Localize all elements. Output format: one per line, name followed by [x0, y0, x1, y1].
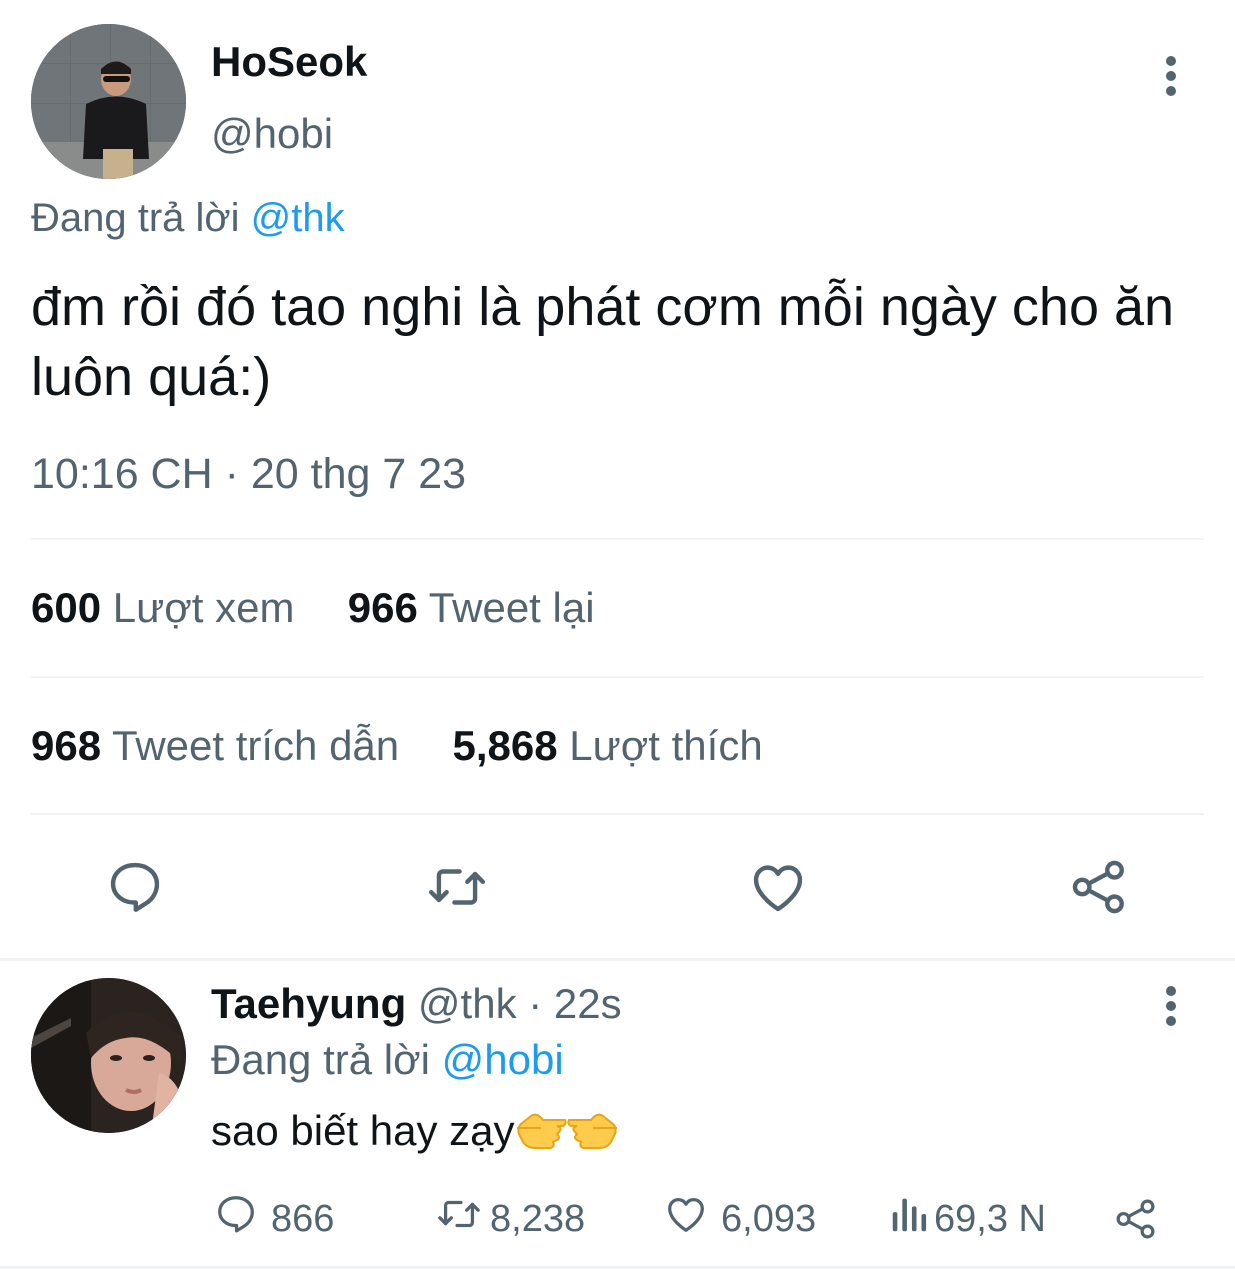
likes-count: 5,868	[452, 722, 558, 769]
user-handle[interactable]: @hobi	[211, 110, 333, 158]
retweet-small-icon	[434, 1191, 484, 1247]
likes-stat[interactable]: 5,868 Lượt thích	[453, 722, 763, 769]
retweets-stat[interactable]: 966 Tweet lại	[348, 584, 595, 631]
quotes-stat[interactable]: 968 Tweet trích dẫn	[31, 722, 411, 769]
pointing-right-emoji-icon	[566, 1106, 619, 1162]
views-label: Lượt xem	[112, 584, 295, 631]
reply-reply-action[interactable]: 866	[213, 1196, 334, 1242]
heart-icon[interactable]	[747, 856, 809, 918]
replying-mention-link[interactable]: @thk	[251, 196, 345, 240]
retweet-icon[interactable]	[424, 856, 490, 918]
quotes-count: 968	[31, 722, 102, 769]
replying-to: Đang trả lời @thk	[31, 196, 345, 241]
reply-share-icon[interactable]	[1113, 1196, 1159, 1242]
reply-views-action[interactable]: 69,3 N	[890, 1196, 1046, 1242]
retweet-count: 8,238	[490, 1197, 586, 1240]
display-name[interactable]: HoSeok	[211, 38, 367, 86]
reply-like-action[interactable]: 6,093	[663, 1196, 816, 1242]
reply-count: 866	[271, 1197, 335, 1240]
divider	[31, 813, 1204, 815]
divider	[31, 676, 1204, 678]
reply-retweet-action[interactable]: 8,238	[434, 1196, 585, 1242]
reply-time[interactable]: · 22s	[528, 980, 621, 1027]
views-count: 600	[31, 584, 102, 631]
avatar-hoseok[interactable]	[31, 24, 186, 179]
reply-replying-prefix: Đang trả lời	[211, 1036, 430, 1083]
avatar-taehyung[interactable]	[31, 978, 186, 1133]
share-icon[interactable]	[1068, 856, 1130, 918]
divider	[31, 538, 1204, 540]
pointing-left-emoji-icon	[515, 1106, 567, 1162]
tweet-text: đm rồi đó tao nghi là phát cơm mỗi ngày …	[31, 277, 1175, 407]
like-count: 6,093	[721, 1197, 817, 1240]
views-small-icon	[890, 1191, 930, 1247]
views-count: 69,3 N	[934, 1197, 1046, 1240]
replying-prefix: Đang trả lời	[31, 196, 240, 240]
more-options-icon[interactable]	[1164, 54, 1178, 98]
reply-small-icon	[213, 1191, 259, 1247]
reply-text: sao biết hay zạy	[211, 1107, 515, 1155]
reply-handle[interactable]: @thk	[418, 980, 517, 1027]
quotes-label: Tweet trích dẫn	[112, 722, 400, 769]
stats-row-views-retweets: 600 Lượt xem 966 Tweet lại	[31, 584, 595, 632]
views-stat[interactable]: 600 Lượt xem	[31, 584, 306, 631]
reply-more-options-icon[interactable]	[1164, 984, 1178, 1028]
divider	[0, 958, 1235, 961]
reply-header: Taehyung @thk · 22s	[211, 980, 622, 1028]
tweet-timestamp[interactable]: 10:16 CH · 20 thg 7 23	[31, 450, 466, 499]
reply-display-name[interactable]: Taehyung	[211, 980, 406, 1027]
reply-replying-mention-link[interactable]: @hobi	[442, 1036, 564, 1083]
reply-replying-to: Đang trả lời @hobi	[211, 1036, 564, 1084]
stats-row-quotes-likes: 968 Tweet trích dẫn 5,868 Lượt thích	[31, 722, 763, 770]
reply-icon[interactable]	[104, 856, 166, 918]
retweets-label: Tweet lại	[428, 584, 595, 631]
likes-label: Lượt thích	[569, 722, 763, 769]
retweets-count: 966	[347, 584, 418, 631]
reply-text-row: sao biết hay zạy	[211, 1106, 619, 1162]
heart-small-icon	[663, 1191, 709, 1247]
